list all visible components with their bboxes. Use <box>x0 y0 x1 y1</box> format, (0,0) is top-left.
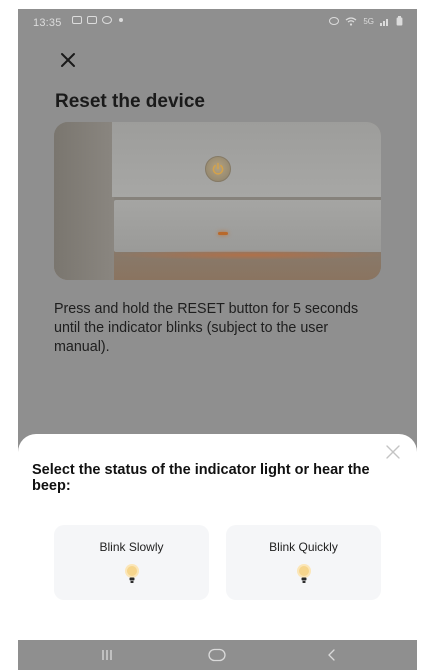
home-icon[interactable] <box>205 647 229 663</box>
network-type: 5G <box>363 16 374 26</box>
option-label: Blink Quickly <box>269 540 338 554</box>
notification-dot-icon <box>119 18 123 22</box>
blink-slowly-option[interactable]: Blink Slowly <box>54 525 209 600</box>
navigation-bar <box>18 640 417 670</box>
status-time: 13:35 <box>33 17 62 29</box>
power-icon <box>212 162 224 175</box>
close-icon[interactable] <box>385 444 401 460</box>
close-icon[interactable] <box>58 50 80 72</box>
indicator-status-sheet: Select the status of the indicator light… <box>18 434 417 640</box>
status-notification-icons <box>72 16 123 24</box>
message-icon <box>72 16 82 24</box>
page-title: Reset the device <box>55 91 205 112</box>
indicator-led <box>218 232 228 235</box>
chat-icon <box>87 16 97 24</box>
signal-icon <box>380 18 388 26</box>
sheet-title: Select the status of the indicator light… <box>32 462 370 494</box>
device-base <box>114 200 381 252</box>
battery-icon <box>396 16 403 26</box>
back-icon[interactable] <box>320 647 344 663</box>
device-reset-photo <box>54 122 381 280</box>
status-system-icons: 5G <box>329 16 403 26</box>
bulb-icon <box>296 564 311 583</box>
bulb-icon <box>124 564 139 583</box>
alarm-icon <box>329 17 340 25</box>
app-icon <box>102 16 112 24</box>
device-body <box>112 122 381 197</box>
wifi-icon <box>345 16 357 26</box>
recents-icon[interactable] <box>95 647 119 663</box>
blink-quickly-option[interactable]: Blink Quickly <box>226 525 381 600</box>
status-bar: 13:35 5G <box>18 9 417 37</box>
power-button-illustration <box>205 156 231 182</box>
option-label: Blink Slowly <box>99 540 164 554</box>
phone-screen: 13:35 5G Reset the device Press and hold… <box>18 9 417 670</box>
reset-instructions: Press and hold the RESET button for 5 se… <box>54 301 359 355</box>
